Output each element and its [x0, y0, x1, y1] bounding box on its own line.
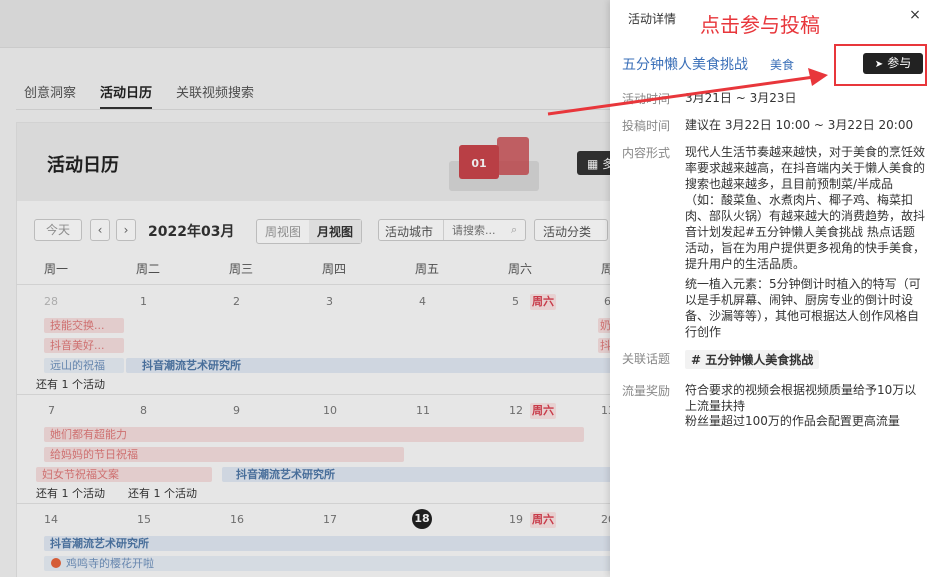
activity-time-value: 3月21日 ~ 3月23日: [685, 91, 797, 105]
annotation-text: 点击参与投稿: [700, 13, 820, 37]
close-icon[interactable]: ×: [908, 8, 922, 22]
related-topic-tag[interactable]: # 五分钟懒人美食挑战: [685, 350, 820, 369]
traffic-reward-label: 流量奖励: [622, 384, 671, 398]
annotation-highlight-box: [834, 44, 927, 86]
content-format-text-2: 统一植入元素：5分钟倒计时植入的特写（可以是手机屏幕、闹钟、厨房专业的倒计时设备…: [685, 277, 921, 339]
activity-time-label: 活动时间: [622, 92, 671, 106]
activity-name: 五分钟懒人美食挑战: [622, 57, 748, 73]
drawer-title: 活动详情: [628, 12, 677, 26]
traffic-reward-line-1: 符合要求的视频会根据视频质量给予10万以上流量扶持: [685, 383, 917, 413]
related-topic-label: 关联话题: [622, 352, 671, 366]
activity-category-tag: 美食: [770, 58, 795, 72]
submit-time-label: 投稿时间: [622, 119, 671, 133]
content-format-text: 现代人生活节奏越来越快，对于美食的烹饪效率要求越来越高，在抖音端内关于懒人美食的…: [685, 145, 926, 271]
traffic-reward-line-2: 粉丝量超过100万的作品会配置更高流量: [685, 414, 900, 428]
submit-time-value: 建议在 3月22日 10:00 ~ 3月22日 20:00: [685, 118, 914, 132]
activity-detail-drawer: 活动详情 × 五分钟懒人美食挑战 美食 ➤ 参与 活动时间 3月21日 ~ 3月2…: [610, 0, 930, 577]
content-format-label: 内容形式: [622, 146, 671, 160]
